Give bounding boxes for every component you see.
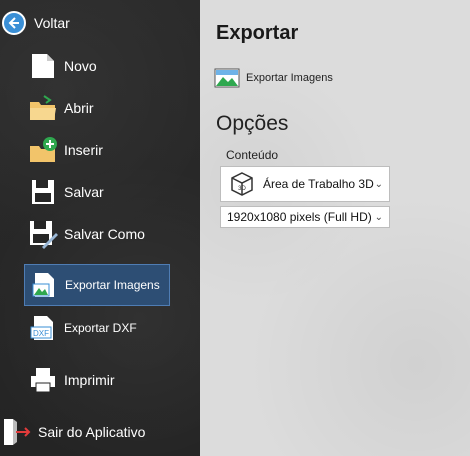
menu-item-abrir[interactable]: Abrir bbox=[28, 92, 94, 124]
blank-document-icon bbox=[28, 50, 58, 82]
menu-item-label: Salvar Como bbox=[64, 226, 145, 242]
open-folder-icon bbox=[28, 92, 58, 124]
content-label: Conteúdo bbox=[226, 148, 279, 162]
tab-exportar-imagens[interactable]: Exportar Imagens bbox=[214, 68, 333, 88]
resolution-select[interactable]: 1920x1080 pixels (Full HD) ⌄ bbox=[220, 206, 390, 228]
arrow-left-circle-icon bbox=[2, 11, 26, 35]
exit-door-icon bbox=[2, 416, 32, 448]
menu-item-salvar[interactable]: Salvar bbox=[28, 176, 104, 208]
menu-item-label: Salvar bbox=[64, 184, 104, 200]
3d-cube-icon: 3D bbox=[231, 172, 253, 196]
insert-folder-plus-icon bbox=[28, 134, 58, 166]
printer-icon bbox=[28, 364, 58, 396]
dxf-file-icon: DXF bbox=[28, 312, 58, 344]
menu-item-label: Exportar DXF bbox=[64, 321, 137, 335]
menu-item-inserir[interactable]: Inserir bbox=[28, 134, 103, 166]
chevron-down-icon: ⌄ bbox=[374, 211, 383, 223]
floppy-pencil-icon bbox=[28, 218, 58, 250]
menu-item-imprimir[interactable]: Imprimir bbox=[28, 364, 115, 396]
resolution-select-value: 1920x1080 pixels (Full HD) bbox=[227, 210, 372, 224]
menu-item-label: Exportar Imagens bbox=[65, 278, 160, 292]
menu-item-label: Novo bbox=[64, 58, 97, 74]
content-select[interactable]: 3D Área de Trabalho 3D ⌄ bbox=[220, 166, 390, 202]
menu-item-exportar-dxf[interactable]: DXF Exportar DXF bbox=[28, 312, 137, 344]
menu-item-label: Inserir bbox=[64, 142, 103, 158]
menu-item-label: Imprimir bbox=[64, 372, 115, 388]
chevron-down-icon: ⌄ bbox=[374, 178, 383, 190]
menu-item-label: Abrir bbox=[64, 100, 94, 116]
image-icon bbox=[214, 68, 240, 88]
menu-item-label: Sair do Aplicativo bbox=[38, 424, 146, 440]
options-heading: Opções bbox=[216, 112, 289, 135]
back-label: Voltar bbox=[34, 15, 70, 31]
page-title: Exportar bbox=[216, 22, 299, 44]
menu-item-exportar-imagens[interactable]: Exportar Imagens bbox=[24, 264, 170, 306]
content-select-value: Área de Trabalho 3D bbox=[263, 177, 374, 191]
menu-item-novo[interactable]: Novo bbox=[28, 50, 97, 82]
menu-item-salvar-como[interactable]: Salvar Como bbox=[28, 218, 145, 250]
backstage-sidebar: Voltar Novo Abrir Inserir Salvar Salvar … bbox=[0, 0, 200, 456]
floppy-disk-icon bbox=[28, 176, 58, 208]
svg-text:DXF: DXF bbox=[33, 329, 49, 338]
tab-label: Exportar Imagens bbox=[246, 72, 333, 84]
menu-item-sair-do-aplicativo[interactable]: Sair do Aplicativo bbox=[2, 416, 145, 448]
export-panel: Exportar Exportar Imagens Opções Conteúd… bbox=[200, 0, 470, 456]
svg-text:3D: 3D bbox=[238, 186, 246, 192]
image-document-icon bbox=[29, 269, 59, 301]
back-button[interactable]: Voltar bbox=[2, 8, 70, 38]
